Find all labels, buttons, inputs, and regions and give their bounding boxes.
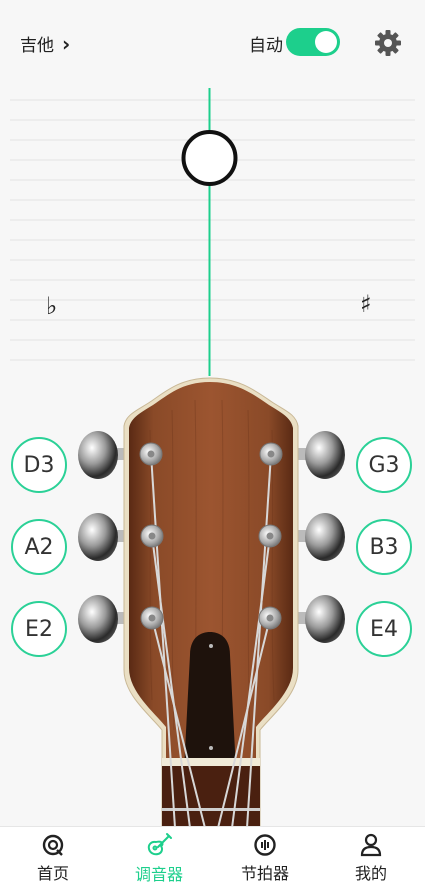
tuning-meter: ♭ ♯ <box>0 86 425 396</box>
instrument-label: 吉他 <box>20 36 54 56</box>
tab-profile[interactable]: 我的 <box>318 827 424 889</box>
gear-icon[interactable] <box>373 28 403 58</box>
string-button-e2[interactable]: E2 <box>11 601 67 657</box>
string-button-g3[interactable]: G3 <box>356 437 412 493</box>
instrument-selector[interactable]: 吉他 › <box>20 31 71 57</box>
tab-metronome[interactable]: 节拍器 <box>212 827 318 889</box>
tab-tuner[interactable]: 调音器 <box>106 827 212 889</box>
tab-home-label: 首页 <box>36 864 69 883</box>
flat-symbol: ♭ <box>46 292 58 320</box>
auto-toggle[interactable] <box>286 28 340 56</box>
bottom-tab-bar: 首页 调音器 节拍器 我的 <box>0 826 425 889</box>
profile-icon <box>360 833 382 857</box>
tuner-pegs-right <box>293 431 345 643</box>
top-bar: 吉他 › 自动 <box>0 0 425 86</box>
home-icon <box>42 834 64 856</box>
tab-tuner-label: 调音器 <box>134 865 183 884</box>
tab-metronome-label: 节拍器 <box>240 864 289 883</box>
tuner-pegs-left <box>78 431 128 643</box>
string-button-a2[interactable]: A2 <box>11 519 67 575</box>
pitch-indicator <box>181 130 238 186</box>
toggle-knob <box>315 31 337 53</box>
meter-lines <box>10 88 415 376</box>
auto-label: 自动 <box>249 36 283 56</box>
sharp-symbol: ♯ <box>360 290 372 318</box>
tab-home[interactable]: 首页 <box>0 827 106 889</box>
tab-profile-label: 我的 <box>354 864 387 883</box>
guitar-headstock <box>78 377 345 828</box>
chevron-right-icon: › <box>62 31 71 56</box>
string-button-d3[interactable]: D3 <box>11 437 67 493</box>
string-button-e4[interactable]: E4 <box>356 601 412 657</box>
metronome-icon <box>254 834 276 856</box>
guitar-icon <box>147 833 172 856</box>
string-button-b3[interactable]: B3 <box>356 519 412 575</box>
